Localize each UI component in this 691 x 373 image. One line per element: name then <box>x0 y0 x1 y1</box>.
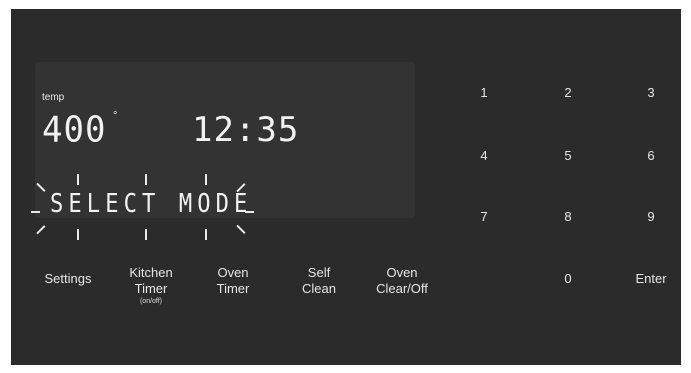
degree-symbol: ° <box>113 110 118 122</box>
key-7[interactable]: 7 <box>464 209 504 224</box>
key-3[interactable]: 3 <box>631 85 671 100</box>
settings-button[interactable]: Settings <box>40 271 96 287</box>
key-5[interactable]: 5 <box>548 148 588 163</box>
oven-timer-label-2: Timer <box>216 281 250 296</box>
kitchen-timer-button[interactable]: Kitchen Timer (on/off) <box>122 265 180 306</box>
key-8[interactable]: 8 <box>548 209 588 224</box>
key-0[interactable]: 0 <box>548 271 588 286</box>
oven-clear-off-button[interactable]: Oven Clear/Off <box>372 265 432 297</box>
kitchen-timer-sublabel: (on/off) <box>139 298 163 305</box>
enter-button[interactable]: Enter <box>626 271 676 286</box>
oven-clear-label-2: Clear/Off <box>376 281 428 296</box>
self-clean-button[interactable]: Self Clean <box>294 265 344 297</box>
settings-label: Settings <box>44 271 92 286</box>
key-6[interactable]: 6 <box>631 148 671 163</box>
clock-readout: 12:35 <box>192 110 300 150</box>
key-9[interactable]: 9 <box>631 209 671 224</box>
mode-message: SELECT MODE <box>50 189 253 219</box>
oven-timer-label-1: Oven <box>217 265 249 280</box>
kitchen-timer-label-2: Timer <box>134 281 168 296</box>
self-clean-label-2: Clean <box>302 281 336 296</box>
oven-clear-label-1: Oven <box>386 265 418 280</box>
key-4[interactable]: 4 <box>464 148 504 163</box>
key-2[interactable]: 2 <box>548 85 588 100</box>
oven-timer-button[interactable]: Oven Timer <box>208 265 258 297</box>
temp-label: temp <box>42 92 65 103</box>
temperature-readout: 400 <box>42 109 107 151</box>
key-1[interactable]: 1 <box>464 85 504 100</box>
self-clean-label-1: Self <box>307 265 331 280</box>
kitchen-timer-label-1: Kitchen <box>129 265 173 280</box>
